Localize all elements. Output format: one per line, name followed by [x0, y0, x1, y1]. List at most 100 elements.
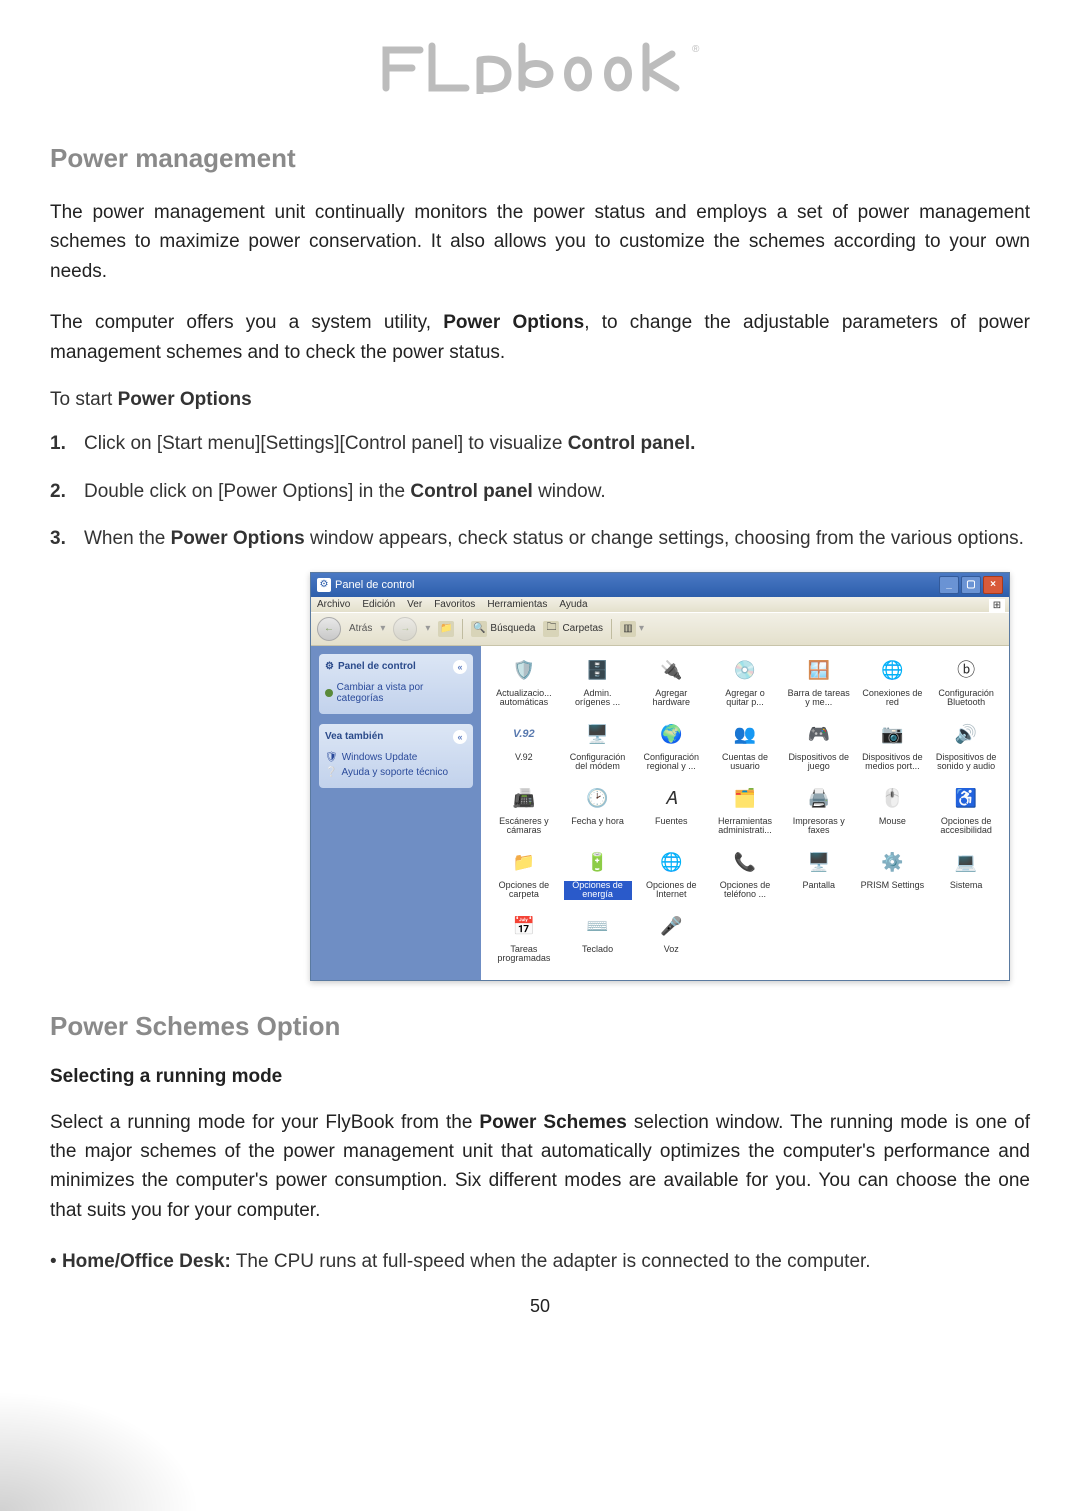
herramientas-administrat-icon: 🗂️ [730, 784, 760, 814]
page-number: 50 [50, 1296, 1030, 1317]
cp-item-label: Impresoras y faxes [787, 817, 851, 837]
cp-item-label: Teclado [582, 945, 613, 955]
sidebar-box-see-also: Vea también « 🛡 Windows Update ❔ Ayuda y… [319, 724, 473, 788]
cp-item[interactable]: 📅Tareas programadas [489, 912, 559, 970]
opciones-de-tel-fono--icon: 📞 [730, 848, 760, 878]
cp-item-label: Dispositivos de juego [787, 753, 851, 773]
section-heading-power-management: Power management [50, 143, 1030, 174]
cp-item[interactable]: 🌐Conexiones de red [858, 656, 928, 714]
cp-item[interactable]: 🎤Voz [636, 912, 706, 970]
procedure-steps: 1. Click on [Start menu][Settings][Contr… [50, 429, 1030, 553]
cp-item[interactable]: 🌐Opciones de Internet [636, 848, 706, 906]
up-icon[interactable]: 📁 [438, 621, 454, 637]
cp-item-label: Cuentas de usuario [713, 753, 777, 773]
teclado-icon: ⌨️ [583, 912, 613, 942]
cp-item[interactable]: 🕑 Fecha y hora [563, 784, 633, 842]
cp-item[interactable]: 🔊Dispositivos de sonido y audio [931, 720, 1001, 778]
cp-item[interactable]: ⓑConfiguración Bluetooth [931, 656, 1001, 714]
cp-item[interactable]: 🔋Opciones de energía [563, 848, 633, 906]
cp-item[interactable]: 🖨️Impresoras y faxes [784, 784, 854, 842]
intro-paragraph-1: The power management unit continually mo… [50, 198, 1030, 286]
cp-item-label: Agregar hardware [639, 689, 703, 709]
sidebar: ⚙Panel de control « Cambiar a vista por … [311, 646, 481, 980]
help-support-link[interactable]: ❔ Ayuda y soporte técnico [325, 765, 467, 780]
intro-paragraph-2: The computer offers you a system utility… [50, 308, 1030, 367]
cp-item-label: Fecha y hora [571, 817, 624, 827]
agregar-hardware-icon: 🔌 [656, 656, 686, 686]
cp-item[interactable]: V.92V.92 [489, 720, 559, 778]
menu-favoritos[interactable]: Favoritos [434, 599, 475, 610]
minimize-button[interactable]: _ [939, 576, 959, 594]
configuraci-n-regional-y-icon: 🌍 [656, 720, 686, 750]
cp-item[interactable]: 🖥️Pantalla [784, 848, 854, 906]
control-panel-screenshot: ⚙ Panel de control _ ▢ × Archivo Edición… [310, 572, 1010, 981]
cp-item[interactable]: ⌨️ Teclado [563, 912, 633, 970]
cp-item[interactable]: ⚙️PRISM Settings [858, 848, 928, 906]
help-icon: ❔ [325, 767, 337, 778]
cp-item[interactable]: 📞Opciones de teléfono ... [710, 848, 780, 906]
cp-item[interactable]: 🔌 Agregar hardware [636, 656, 706, 714]
dispositivos-de-sonido-y-icon: 🔊 [951, 720, 981, 750]
forward-button[interactable]: → [393, 617, 417, 641]
cp-item[interactable]: 𝐴Fuentes [636, 784, 706, 842]
mode-home-office: • Home/Office Desk: The CPU runs at full… [50, 1247, 1030, 1276]
cp-item[interactable]: 🖥️Configuración del módem [563, 720, 633, 778]
collapse-icon[interactable]: « [453, 730, 467, 744]
cp-item-label: Tareas programadas [492, 945, 556, 965]
close-button[interactable]: × [983, 576, 1003, 594]
cp-item[interactable]: 🗂️ Herramientas administrati... [710, 784, 780, 842]
views-icon: ▥ [620, 621, 636, 637]
cp-item[interactable]: 📠Escáneres y cámaras [489, 784, 559, 842]
voz-icon: 🎤 [656, 912, 686, 942]
switch-category-view-link[interactable]: Cambiar a vista por categorías [325, 680, 467, 706]
subheading-selecting-mode: Selecting a running mode [50, 1066, 1030, 1088]
back-button[interactable]: ← [317, 617, 341, 641]
cp-item-label: Dispositivos de medios port... [860, 753, 924, 773]
step-2: 2. Double click on [Power Options] in th… [50, 477, 1030, 506]
cp-item[interactable]: 🌍Configuración regional y ... [636, 720, 706, 778]
collapse-icon[interactable]: « [453, 660, 467, 674]
menu-herramientas[interactable]: Herramientas [487, 599, 547, 610]
cp-item[interactable]: ♿Opciones de accesibilidad [931, 784, 1001, 842]
fecha-y-hora-icon: 🕑 [583, 784, 613, 814]
menu-ver[interactable]: Ver [407, 599, 422, 610]
cp-item[interactable]: 🛡️Actualizacio... automáticas [489, 656, 559, 714]
section-heading-power-schemes: Power Schemes Option [50, 1011, 1030, 1042]
cp-item-label: Barra de tareas y me... [787, 689, 851, 709]
cp-item[interactable]: 💻Sistema [931, 848, 1001, 906]
cp-item[interactable]: 🗄️Admin. orígenes ... [563, 656, 633, 714]
cp-item-label: Herramientas administrati... [713, 817, 777, 837]
fuentes-icon: 𝐴 [656, 784, 686, 814]
cp-item-label: Opciones de carpeta [492, 881, 556, 901]
search-button[interactable]: 🔍Búsqueda [471, 621, 535, 637]
maximize-button[interactable]: ▢ [961, 576, 981, 594]
cp-item[interactable]: 🖱️Mouse [858, 784, 928, 842]
cp-item[interactable]: 🎮Dispositivos de juego [784, 720, 854, 778]
configuraci-n-del-m-dem-icon: 🖥️ [583, 720, 613, 750]
folders-icon: 🗀 [543, 621, 559, 637]
bullet-icon [325, 689, 333, 697]
views-button[interactable]: ▥▾ [620, 621, 644, 637]
cp-item-label: Mouse [879, 817, 906, 827]
cp-item[interactable]: 👥Cuentas de usuario [710, 720, 780, 778]
cp-item-label: Conexiones de red [860, 689, 924, 709]
menu-edicion[interactable]: Edición [362, 599, 395, 610]
cp-item[interactable]: 📁Opciones de carpeta [489, 848, 559, 906]
folders-button[interactable]: 🗀Carpetas [543, 621, 603, 637]
cp-item[interactable]: 🪟 Barra de tareas y me... [784, 656, 854, 714]
windows-update-link[interactable]: 🛡 Windows Update [325, 750, 467, 765]
menu-ayuda[interactable]: Ayuda [559, 599, 587, 610]
cp-item-label: PRISM Settings [861, 881, 925, 891]
cp-item[interactable]: 💿Agregar o quitar p... [710, 656, 780, 714]
cp-item-label: Sistema [950, 881, 983, 891]
cp-item-label: Agregar o quitar p... [713, 689, 777, 709]
actualizacio-autom-ticas-icon: 🛡️ [509, 656, 539, 686]
cp-item[interactable]: 📷Dispositivos de medios port... [858, 720, 928, 778]
page-curl-shadow [0, 1391, 200, 1511]
pantalla-icon: 🖥️ [804, 848, 834, 878]
cp-item-label: Admin. orígenes ... [566, 689, 630, 709]
menu-archivo[interactable]: Archivo [317, 599, 350, 610]
barra-de-tareas-y-me--icon: 🪟 [804, 656, 834, 686]
svg-text:®: ® [692, 44, 700, 55]
window-title: Panel de control [335, 579, 415, 591]
